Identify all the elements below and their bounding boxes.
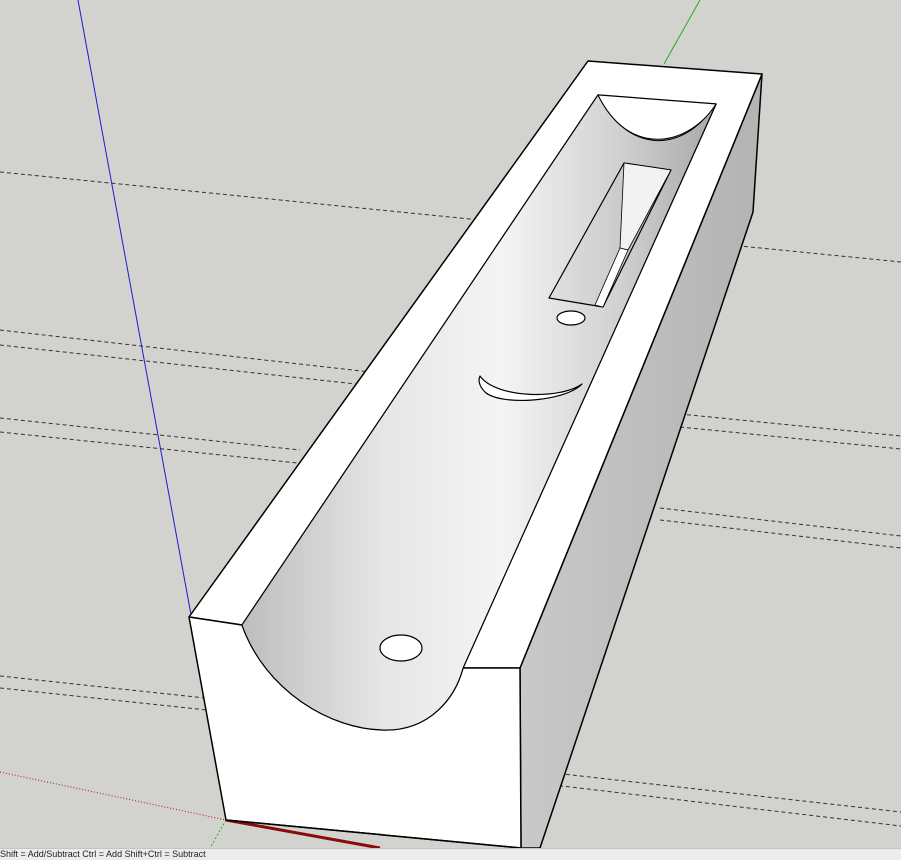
guide-line xyxy=(0,417,301,451)
blue-axis xyxy=(77,0,211,719)
status-bar: Shift = Add/Subtract Ctrl = Add Shift+Ct… xyxy=(0,848,901,860)
guide-line xyxy=(679,413,901,437)
guide-line xyxy=(679,426,901,450)
front-hole xyxy=(379,634,423,662)
guide-line xyxy=(659,519,901,549)
green-axis xyxy=(663,0,701,65)
guide-line xyxy=(0,687,208,711)
green-axis-negative xyxy=(209,819,227,848)
block-model[interactable] xyxy=(188,60,763,848)
guide-line xyxy=(0,675,206,699)
guide-line xyxy=(0,329,371,373)
red-axis-negative xyxy=(0,771,227,821)
guide-line xyxy=(729,244,901,263)
guide-line xyxy=(659,507,901,537)
guide-line xyxy=(544,783,901,827)
small-hole xyxy=(556,310,586,326)
guide-line xyxy=(0,171,481,221)
guide-line xyxy=(0,431,299,464)
modeling-viewport[interactable] xyxy=(0,0,901,848)
guide-line xyxy=(544,771,901,813)
status-hint-text: Shift = Add/Subtract Ctrl = Add Shift+Ct… xyxy=(0,849,206,859)
